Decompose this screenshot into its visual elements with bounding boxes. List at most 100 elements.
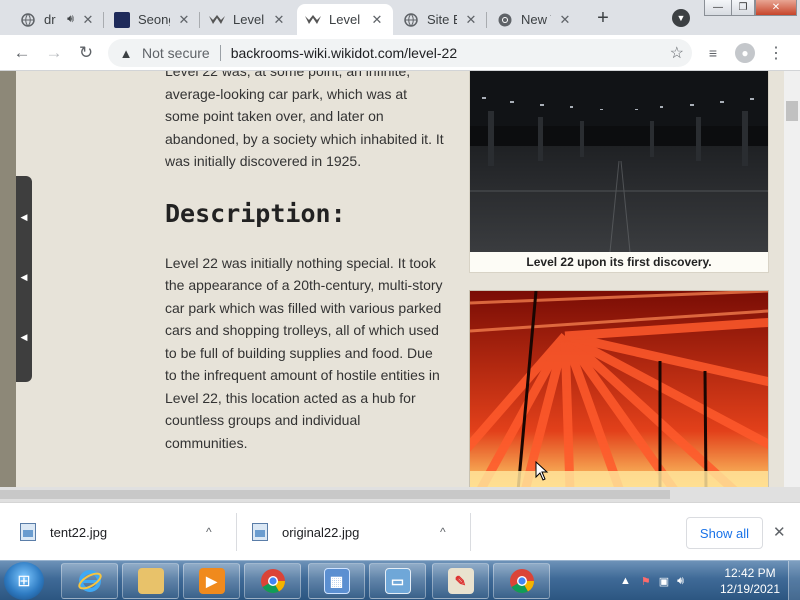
tab-separator: [199, 12, 200, 28]
address-bar[interactable]: ▲ Not secure backrooms-wiki.wikidot.com/…: [108, 39, 692, 67]
windows-logo-icon: ⊞: [17, 573, 31, 590]
close-icon[interactable]: ✕: [557, 12, 573, 28]
figure-tent: [469, 290, 769, 487]
minimize-button[interactable]: —: [704, 0, 732, 16]
download-filename[interactable]: original22.jpg: [282, 525, 359, 540]
close-icon[interactable]: ✕: [773, 523, 786, 541]
flag-alert-icon[interactable]: ⚑: [641, 575, 651, 588]
scrollbar-thumb[interactable]: [786, 101, 798, 121]
close-icon[interactable]: ✕: [176, 12, 192, 28]
intro-paragraph: Level 22 was, at some point, an infinite…: [165, 71, 444, 169]
url-text[interactable]: backrooms-wiki.wikidot.com/level-22: [231, 45, 457, 61]
back-button[interactable]: ←: [10, 41, 34, 65]
forward-button[interactable]: →: [42, 41, 66, 65]
description-heading: Description:: [165, 198, 346, 228]
tab-title: New T: [521, 12, 551, 27]
page-left-margin: [0, 71, 16, 487]
star-icon[interactable]: ☆: [670, 43, 684, 63]
close-icon[interactable]: ✕: [271, 12, 287, 28]
maximize-button[interactable]: ❐: [731, 0, 755, 16]
tab-separator: [103, 12, 104, 28]
tab-title: Level: [233, 12, 265, 27]
tab-1[interactable]: dr 🔊︎ ✕: [12, 4, 104, 35]
tent-image[interactable]: [470, 291, 768, 487]
omnibox-divider: [219, 45, 221, 61]
close-icon[interactable]: ✕: [369, 12, 385, 28]
tab-search-icon[interactable]: ▼: [672, 9, 690, 27]
media-player-icon: ▶: [198, 568, 225, 594]
taskbar-chrome-2[interactable]: [493, 563, 550, 599]
show-desktop-button[interactable]: [788, 561, 800, 600]
arrow-left-icon[interactable]: ◀: [20, 272, 28, 282]
tab-2[interactable]: Seong ✕: [106, 4, 200, 35]
taskbar-explorer[interactable]: [122, 563, 179, 599]
chrome-icon: [509, 568, 535, 594]
tab-title: dr: [44, 12, 56, 27]
taskbar-paint[interactable]: ✎: [432, 563, 489, 599]
globe-icon: [403, 12, 419, 28]
car-park-image[interactable]: [470, 71, 768, 252]
mouse-cursor-icon: [535, 461, 549, 481]
tab-separator: [486, 12, 487, 28]
download-filename[interactable]: tent22.jpg: [50, 525, 107, 540]
network-icon[interactable]: ▣: [659, 575, 669, 588]
security-status[interactable]: Not secure: [142, 45, 210, 61]
close-window-button[interactable]: ✕: [755, 0, 797, 16]
taskbar-control-panel[interactable]: ▦: [308, 563, 365, 599]
warning-icon[interactable]: ▲: [118, 45, 134, 61]
tab-5[interactable]: Site B ✕: [395, 4, 487, 35]
paint-palette-icon: ✎: [447, 568, 474, 594]
tab-3[interactable]: Level ✕: [201, 4, 295, 35]
chevron-up-icon[interactable]: ^: [206, 525, 212, 539]
horizontal-scrollbar-thumb[interactable]: [0, 490, 670, 499]
close-icon[interactable]: ✕: [463, 12, 479, 28]
reload-button[interactable]: ↻: [74, 41, 98, 65]
folder-icon: [137, 568, 164, 594]
taskbar-chrome[interactable]: [244, 563, 301, 599]
new-tab-button[interactable]: +: [591, 6, 615, 30]
image-file-icon: [20, 523, 36, 541]
article-content: Level 22 was, at some point, an infinite…: [165, 71, 445, 454]
wikidot-icon: [209, 12, 225, 28]
page-viewport[interactable]: ◀ ◀ ◀ Level 22 was, at some point, an in…: [0, 71, 800, 487]
chrome-icon: [497, 12, 513, 28]
globe-icon: [20, 12, 36, 28]
show-all-button[interactable]: Show all: [686, 517, 763, 549]
horizontal-scrollbar[interactable]: [0, 487, 800, 502]
close-icon[interactable]: ✕: [80, 12, 96, 28]
vertical-scrollbar[interactable]: [784, 71, 800, 487]
tab-title: Site B: [427, 12, 457, 27]
menu-icon[interactable]: ⋮: [766, 43, 786, 63]
tab-title: Level: [329, 12, 361, 27]
download-item[interactable]: original22.jpg ^: [252, 511, 462, 553]
media-control-icon[interactable]: ≡: [703, 43, 723, 63]
show-hidden-icons-icon[interactable]: ▲: [620, 575, 631, 587]
figure-caption: Level 22 upon its first discovery.: [526, 255, 712, 269]
side-panel-toggle[interactable]: ◀ ◀ ◀: [16, 176, 32, 382]
clock-date: 12/19/2021: [719, 582, 781, 596]
site-logo-icon: [114, 11, 130, 28]
arrow-left-icon[interactable]: ◀: [20, 212, 28, 222]
chevron-up-icon[interactable]: ^: [440, 525, 446, 539]
taskbar-media-player[interactable]: ▶: [183, 563, 240, 599]
tab-strip: dr 🔊︎ ✕ Seong ✕ Level ✕ Level ✕ Site B ✕: [0, 0, 800, 35]
download-item[interactable]: tent22.jpg ^: [20, 511, 230, 553]
taskbar-ie[interactable]: [61, 563, 118, 599]
system-tray: ▲ ⚑ ▣ 🔊︎: [620, 561, 690, 600]
taskbar: ⊞ ▶ ▦ ▭ ✎ ▲ ⚑ ▣ 🔊︎ 12:42 PM 12/19/2021: [0, 560, 800, 600]
clock-time: 12:42 PM: [724, 566, 776, 580]
arrow-left-icon[interactable]: ◀: [20, 332, 28, 342]
tab-6[interactable]: New T ✕: [489, 4, 581, 35]
wikidot-icon: [305, 12, 321, 28]
system-clock[interactable]: 12:42 PM 12/19/2021: [718, 565, 782, 597]
taskbar-photo-viewer[interactable]: ▭: [369, 563, 426, 599]
photo-viewer-icon: ▭: [384, 568, 411, 594]
profile-avatar-icon[interactable]: ●: [735, 43, 755, 63]
control-panel-icon: ▦: [323, 568, 350, 594]
volume-icon[interactable]: 🔊︎: [677, 575, 684, 588]
internet-explorer-icon: [77, 568, 103, 594]
image-file-icon: [252, 523, 268, 541]
start-button[interactable]: ⊞: [4, 562, 44, 600]
tab-4-active[interactable]: Level ✕: [297, 4, 393, 35]
speaker-icon[interactable]: 🔊︎: [67, 13, 74, 26]
